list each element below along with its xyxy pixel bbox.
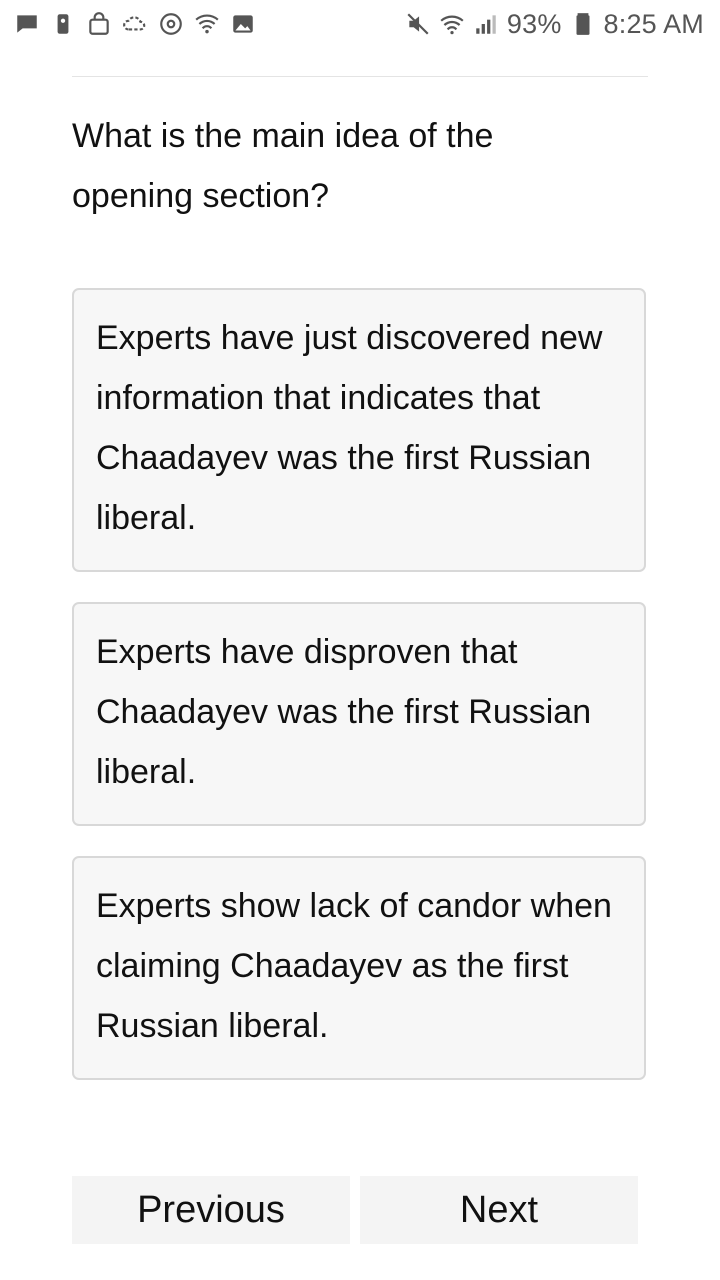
cloud-sync-icon (122, 11, 148, 37)
phone-lock-icon (50, 11, 76, 37)
answer-option-1[interactable]: Experts have just discovered new informa… (72, 288, 646, 572)
wifi-call-icon (194, 11, 220, 37)
question-text: What is the main idea of the opening sec… (72, 117, 494, 215)
battery-icon (570, 11, 596, 37)
previous-button[interactable]: Previous (72, 1176, 350, 1244)
answer-option-3[interactable]: Experts show lack of candor when claimin… (72, 856, 646, 1080)
mute-icon (405, 11, 431, 37)
message-icon (14, 11, 40, 37)
next-button[interactable]: Next (360, 1176, 638, 1244)
image-icon (230, 11, 256, 37)
battery-percent: 93% (506, 8, 562, 39)
wifi-icon (439, 11, 465, 37)
clock: 8:25 AM (603, 8, 704, 39)
status-bar: 93% 8:25 AM (0, 0, 720, 48)
status-left-icons (0, 11, 256, 37)
signal-icon (473, 11, 499, 37)
at-sign-icon (158, 11, 184, 37)
status-right-icons: 93% 8:25 AM (405, 9, 720, 40)
answer-option-2[interactable]: Experts have disproven that Chaadayev wa… (72, 602, 646, 826)
bag-icon (86, 11, 112, 37)
top-divider (72, 76, 648, 77)
